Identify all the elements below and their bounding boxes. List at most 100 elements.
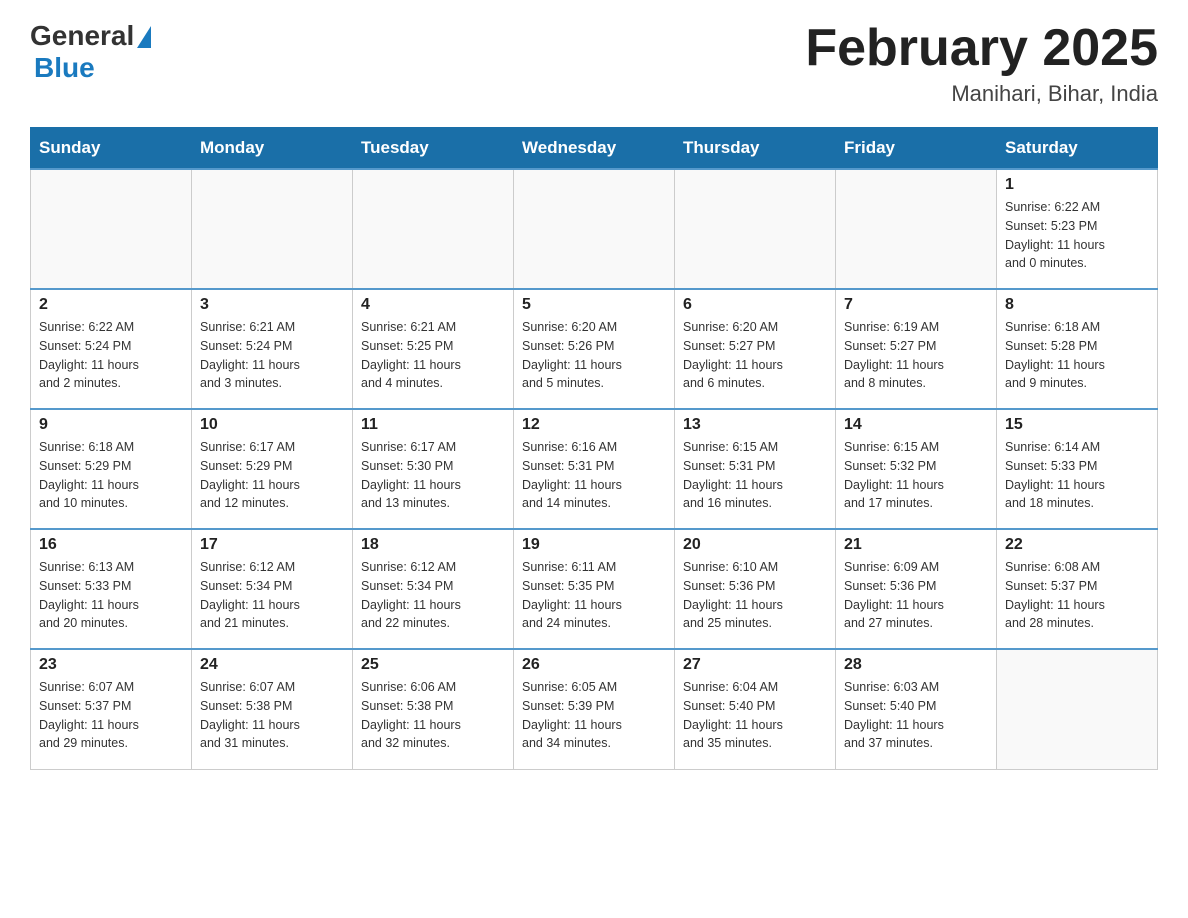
day-info: Sunrise: 6:12 AM Sunset: 5:34 PM Dayligh… (361, 558, 505, 633)
day-info: Sunrise: 6:09 AM Sunset: 5:36 PM Dayligh… (844, 558, 988, 633)
day-info: Sunrise: 6:13 AM Sunset: 5:33 PM Dayligh… (39, 558, 183, 633)
calendar-cell-w3d2: 18 Sunrise: 6:12 AM Sunset: 5:34 PM Dayli… (353, 529, 514, 649)
calendar-cell-w4d1: 24 Sunrise: 6:07 AM Sunset: 5:38 PM Dayli… (192, 649, 353, 769)
day-number: 27 (683, 656, 827, 674)
day-number: 23 (39, 656, 183, 674)
calendar-cell-w2d1: 10 Sunrise: 6:17 AM Sunset: 5:29 PM Dayli… (192, 409, 353, 529)
location-subtitle: Manihari, Bihar, India (805, 81, 1158, 107)
day-info: Sunrise: 6:19 AM Sunset: 5:27 PM Dayligh… (844, 318, 988, 393)
calendar-cell-w4d0: 23Sunrise: 6:07 AM Sunset: 5:37 PM Dayli… (31, 649, 192, 769)
header-saturday: Saturday (997, 128, 1158, 170)
calendar-week-row-2: 9 Sunrise: 6:18 AM Sunset: 5:29 PM Daylig… (31, 409, 1158, 529)
calendar-cell-w0d4 (675, 169, 836, 289)
day-number: 12 (522, 416, 666, 434)
day-number: 24 (200, 656, 344, 674)
header-monday: Monday (192, 128, 353, 170)
day-info: Sunrise: 6:16 AM Sunset: 5:31 PM Dayligh… (522, 438, 666, 513)
day-info: Sunrise: 6:21 AM Sunset: 5:24 PM Dayligh… (200, 318, 344, 393)
header-title-block: February 2025 Manihari, Bihar, India (805, 20, 1158, 107)
calendar-week-row-3: 16 Sunrise: 6:13 AM Sunset: 5:33 PM Dayli… (31, 529, 1158, 649)
logo: General Blue (30, 20, 151, 84)
day-number: 17 (200, 536, 344, 554)
day-info: Sunrise: 6:10 AM Sunset: 5:36 PM Dayligh… (683, 558, 827, 633)
day-number: 16 (39, 536, 183, 554)
calendar-cell-w3d4: 20 Sunrise: 6:10 AM Sunset: 5:36 PM Dayli… (675, 529, 836, 649)
day-info: Sunrise: 6:12 AM Sunset: 5:34 PM Dayligh… (200, 558, 344, 633)
calendar-cell-w1d0: 2 Sunrise: 6:22 AM Sunset: 5:24 PM Daylig… (31, 289, 192, 409)
calendar-cell-w0d1 (192, 169, 353, 289)
day-number: 18 (361, 536, 505, 554)
day-info: Sunrise: 6:18 AM Sunset: 5:28 PM Dayligh… (1005, 318, 1149, 393)
month-title: February 2025 (805, 20, 1158, 77)
day-number: 8 (1005, 296, 1149, 314)
day-info: Sunrise: 6:17 AM Sunset: 5:30 PM Dayligh… (361, 438, 505, 513)
calendar-cell-w4d4: 27Sunrise: 6:04 AM Sunset: 5:40 PM Dayli… (675, 649, 836, 769)
logo-blue-text: Blue (34, 52, 95, 84)
calendar-week-row-0: 1 Sunrise: 6:22 AM Sunset: 5:23 PM Daylig… (31, 169, 1158, 289)
day-number: 2 (39, 296, 183, 314)
day-info: Sunrise: 6:07 AM Sunset: 5:38 PM Dayligh… (200, 678, 344, 753)
calendar-cell-w1d1: 3 Sunrise: 6:21 AM Sunset: 5:24 PM Daylig… (192, 289, 353, 409)
calendar-cell-w0d3 (514, 169, 675, 289)
calendar-cell-w1d6: 8 Sunrise: 6:18 AM Sunset: 5:28 PM Daylig… (997, 289, 1158, 409)
day-number: 22 (1005, 536, 1149, 554)
day-number: 1 (1005, 176, 1149, 194)
header-wednesday: Wednesday (514, 128, 675, 170)
calendar-cell-w2d4: 13 Sunrise: 6:15 AM Sunset: 5:31 PM Dayli… (675, 409, 836, 529)
day-info: Sunrise: 6:03 AM Sunset: 5:40 PM Dayligh… (844, 678, 988, 753)
calendar-cell-w3d6: 22Sunrise: 6:08 AM Sunset: 5:37 PM Dayli… (997, 529, 1158, 649)
day-info: Sunrise: 6:18 AM Sunset: 5:29 PM Dayligh… (39, 438, 183, 513)
day-number: 9 (39, 416, 183, 434)
day-number: 3 (200, 296, 344, 314)
day-number: 26 (522, 656, 666, 674)
calendar-cell-w1d2: 4Sunrise: 6:21 AM Sunset: 5:25 PM Daylig… (353, 289, 514, 409)
calendar-cell-w4d6 (997, 649, 1158, 769)
header-friday: Friday (836, 128, 997, 170)
calendar-cell-w2d0: 9 Sunrise: 6:18 AM Sunset: 5:29 PM Daylig… (31, 409, 192, 529)
day-info: Sunrise: 6:06 AM Sunset: 5:38 PM Dayligh… (361, 678, 505, 753)
calendar-cell-w4d2: 25 Sunrise: 6:06 AM Sunset: 5:38 PM Dayli… (353, 649, 514, 769)
day-info: Sunrise: 6:20 AM Sunset: 5:27 PM Dayligh… (683, 318, 827, 393)
logo-general-text: General (30, 20, 134, 52)
day-number: 20 (683, 536, 827, 554)
calendar-cell-w0d6: 1 Sunrise: 6:22 AM Sunset: 5:23 PM Daylig… (997, 169, 1158, 289)
day-number: 10 (200, 416, 344, 434)
page-header: General Blue February 2025 Manihari, Bih… (30, 20, 1158, 107)
calendar-cell-w4d5: 28 Sunrise: 6:03 AM Sunset: 5:40 PM Dayli… (836, 649, 997, 769)
day-number: 25 (361, 656, 505, 674)
day-number: 7 (844, 296, 988, 314)
day-info: Sunrise: 6:11 AM Sunset: 5:35 PM Dayligh… (522, 558, 666, 633)
header-sunday: Sunday (31, 128, 192, 170)
calendar-cell-w0d2 (353, 169, 514, 289)
day-info: Sunrise: 6:22 AM Sunset: 5:23 PM Dayligh… (1005, 198, 1149, 273)
calendar-cell-w3d1: 17 Sunrise: 6:12 AM Sunset: 5:34 PM Dayli… (192, 529, 353, 649)
day-number: 6 (683, 296, 827, 314)
calendar-week-row-1: 2 Sunrise: 6:22 AM Sunset: 5:24 PM Daylig… (31, 289, 1158, 409)
day-info: Sunrise: 6:15 AM Sunset: 5:31 PM Dayligh… (683, 438, 827, 513)
day-number: 15 (1005, 416, 1149, 434)
calendar-cell-w0d5 (836, 169, 997, 289)
day-info: Sunrise: 6:21 AM Sunset: 5:25 PM Dayligh… (361, 318, 505, 393)
day-info: Sunrise: 6:20 AM Sunset: 5:26 PM Dayligh… (522, 318, 666, 393)
calendar-cell-w1d4: 6 Sunrise: 6:20 AM Sunset: 5:27 PM Daylig… (675, 289, 836, 409)
day-number: 14 (844, 416, 988, 434)
calendar-week-row-4: 23Sunrise: 6:07 AM Sunset: 5:37 PM Dayli… (31, 649, 1158, 769)
day-number: 19 (522, 536, 666, 554)
logo-triangle-icon (137, 26, 151, 48)
day-number: 28 (844, 656, 988, 674)
calendar-cell-w4d3: 26Sunrise: 6:05 AM Sunset: 5:39 PM Dayli… (514, 649, 675, 769)
day-number: 21 (844, 536, 988, 554)
day-info: Sunrise: 6:17 AM Sunset: 5:29 PM Dayligh… (200, 438, 344, 513)
header-tuesday: Tuesday (353, 128, 514, 170)
day-number: 5 (522, 296, 666, 314)
calendar-cell-w2d3: 12 Sunrise: 6:16 AM Sunset: 5:31 PM Dayli… (514, 409, 675, 529)
calendar-cell-w2d5: 14Sunrise: 6:15 AM Sunset: 5:32 PM Dayli… (836, 409, 997, 529)
day-number: 13 (683, 416, 827, 434)
calendar-cell-w1d5: 7 Sunrise: 6:19 AM Sunset: 5:27 PM Daylig… (836, 289, 997, 409)
calendar-cell-w3d5: 21 Sunrise: 6:09 AM Sunset: 5:36 PM Dayli… (836, 529, 997, 649)
calendar-cell-w3d0: 16 Sunrise: 6:13 AM Sunset: 5:33 PM Dayli… (31, 529, 192, 649)
calendar-cell-w1d3: 5 Sunrise: 6:20 AM Sunset: 5:26 PM Daylig… (514, 289, 675, 409)
day-info: Sunrise: 6:22 AM Sunset: 5:24 PM Dayligh… (39, 318, 183, 393)
calendar-cell-w2d6: 15Sunrise: 6:14 AM Sunset: 5:33 PM Dayli… (997, 409, 1158, 529)
calendar-cell-w2d2: 11Sunrise: 6:17 AM Sunset: 5:30 PM Dayli… (353, 409, 514, 529)
